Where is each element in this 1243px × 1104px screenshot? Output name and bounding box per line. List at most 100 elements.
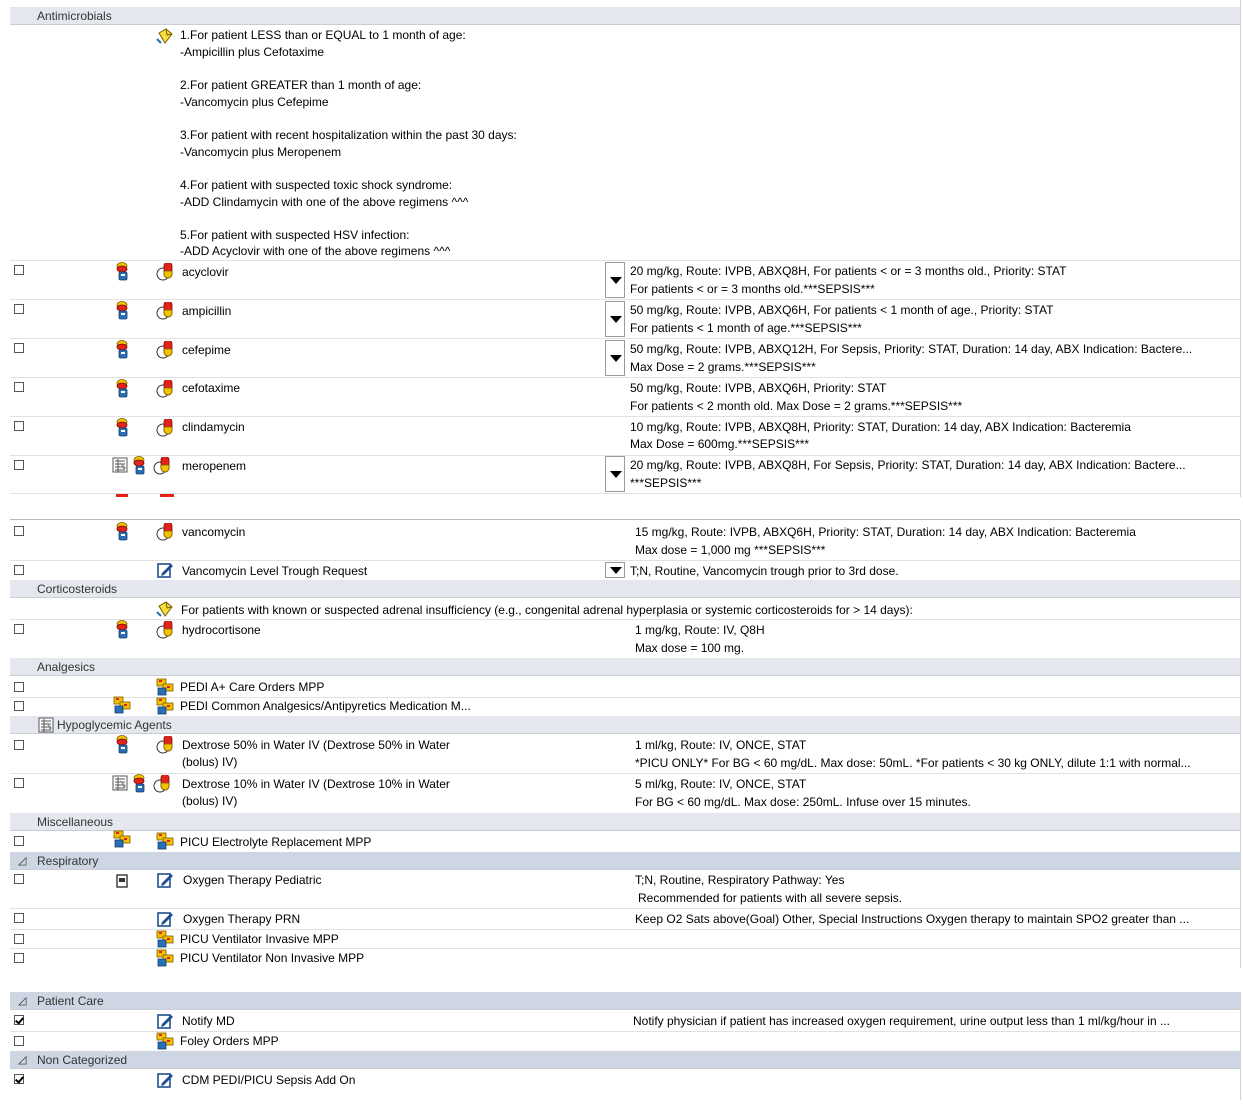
oxygen-prn-checkbox[interactable] bbox=[14, 913, 24, 923]
cefotaxime-checkbox[interactable] bbox=[14, 382, 24, 392]
mpp-name[interactable]: Foley Orders MPP bbox=[180, 1034, 279, 1048]
section-respiratory[interactable]: ◿ Respiratory bbox=[10, 852, 1240, 870]
section-antimicrobials[interactable]: Antimicrobials bbox=[10, 7, 1240, 25]
clindamycin-checkbox[interactable] bbox=[14, 421, 24, 431]
med-name-ampicillin[interactable]: ampicillin bbox=[182, 304, 231, 318]
med-name-cefepime[interactable]: cefepime bbox=[182, 343, 231, 357]
med-detail: 1 ml/kg, Route: IV, ONCE, STAT bbox=[635, 738, 807, 752]
antimicrobial-note-line: -ADD Acyclovir with one of the above reg… bbox=[180, 244, 451, 258]
medication-icon bbox=[114, 418, 130, 438]
med-name-meropenem[interactable]: meropenem bbox=[182, 459, 246, 473]
section-miscellaneous[interactable]: Miscellaneous bbox=[10, 813, 1240, 831]
vancomycin-checkbox[interactable] bbox=[14, 526, 24, 536]
cefepime-checkbox[interactable] bbox=[14, 343, 24, 353]
vent-noninvasive-checkbox[interactable] bbox=[14, 953, 24, 963]
dextrose50-checkbox[interactable] bbox=[14, 740, 24, 750]
mpp-name[interactable]: PICU Ventilator Non Invasive MPP bbox=[180, 951, 364, 965]
mpp-icon bbox=[156, 930, 174, 948]
section-patient-care[interactable]: ◿ Patient Care bbox=[10, 992, 1240, 1010]
order-name-oxygen-pediatric[interactable]: Oxygen Therapy Pediatric bbox=[183, 873, 322, 887]
med-name-dextrose50[interactable]: Dextrose 50% in Water IV (Dextrose 50% i… bbox=[182, 738, 450, 752]
medication-icon bbox=[131, 774, 147, 794]
order-name-notify-md[interactable]: Notify MD bbox=[182, 1014, 235, 1028]
pedi-a-care-checkbox[interactable] bbox=[14, 682, 24, 692]
order-icon bbox=[156, 561, 174, 579]
vanc-trough-dropdown[interactable] bbox=[605, 562, 625, 578]
med-detail: Max Dose = 600mg.***SEPSIS*** bbox=[630, 437, 810, 451]
antimicrobial-note-line: 4.For patient with suspected toxic shock… bbox=[180, 178, 453, 192]
pill-icon bbox=[156, 302, 176, 320]
oxygen-pediatric-checkbox[interactable] bbox=[14, 874, 24, 884]
mpp-icon bbox=[156, 697, 174, 715]
pill-icon bbox=[156, 380, 176, 398]
acyclovir-checkbox[interactable] bbox=[14, 265, 24, 275]
pill-icon bbox=[153, 457, 173, 475]
mpp-icon bbox=[156, 678, 174, 696]
medication-icon bbox=[114, 262, 130, 282]
electrolyte-checkbox[interactable] bbox=[14, 836, 24, 846]
pill-icon bbox=[156, 736, 176, 754]
section-label: Miscellaneous bbox=[37, 815, 114, 829]
sheet-icon bbox=[112, 457, 128, 473]
collapse-icon[interactable]: ◿ bbox=[18, 994, 26, 1007]
antimicrobial-note-line: -ADD Clindamycin with one of the above r… bbox=[180, 195, 469, 209]
med-name-cefotaxime[interactable]: cefotaxime bbox=[182, 381, 240, 395]
antimicrobial-note-line: 1.For patient LESS than or EQUAL to 1 mo… bbox=[180, 28, 466, 42]
collapse-icon[interactable]: ◿ bbox=[18, 854, 26, 867]
section-non-categorized[interactable]: ◿ Non Categorized bbox=[10, 1051, 1240, 1069]
medication-icon bbox=[114, 379, 130, 399]
antimicrobial-note-line: 5.For patient with suspected HSV infecti… bbox=[180, 228, 410, 242]
med-name-clindamycin[interactable]: clindamycin bbox=[182, 420, 245, 434]
med-name-dextrose10-cont: (bolus) IV) bbox=[182, 794, 238, 808]
med-detail: *PICU ONLY* For BG < 60 mg/dL. Max dose:… bbox=[635, 756, 1191, 770]
pedi-analgesics-checkbox[interactable] bbox=[14, 701, 24, 711]
document-icon bbox=[116, 874, 128, 888]
cefepime-dropdown[interactable] bbox=[605, 340, 625, 376]
section-label: Non Categorized bbox=[37, 1053, 128, 1067]
section-label: Hypoglycemic Agents bbox=[57, 718, 172, 732]
mpp-name[interactable]: PEDI Common Analgesics/Antipyretics Medi… bbox=[180, 699, 471, 713]
mpp-name[interactable]: PICU Electrolyte Replacement MPP bbox=[180, 835, 371, 849]
section-analgesics[interactable]: Analgesics bbox=[10, 658, 1240, 676]
order-name-cdm-sepsis[interactable]: CDM PEDI/PICU Sepsis Add On bbox=[182, 1073, 355, 1087]
order-icon bbox=[156, 871, 174, 889]
mpp-icon bbox=[156, 832, 174, 850]
medication-icon bbox=[131, 456, 147, 476]
hydrocortisone-checkbox[interactable] bbox=[14, 624, 24, 634]
collapse-icon[interactable]: ◿ bbox=[18, 1053, 26, 1066]
meropenem-dropdown[interactable] bbox=[605, 456, 625, 492]
note-icon bbox=[156, 600, 174, 618]
med-detail: Max dose = 1,000 mg ***SEPSIS*** bbox=[635, 543, 826, 557]
meropenem-checkbox[interactable] bbox=[14, 460, 24, 470]
med-name-acyclovir[interactable]: acyclovir bbox=[182, 265, 229, 279]
med-name-dextrose50-cont: (bolus) IV) bbox=[182, 755, 238, 769]
section-label: Corticosteroids bbox=[37, 582, 118, 596]
mpp-name[interactable]: PICU Ventilator Invasive MPP bbox=[180, 932, 339, 946]
med-name-hydrocortisone[interactable]: hydrocortisone bbox=[182, 623, 261, 637]
cutoff-icon bbox=[116, 494, 128, 497]
med-detail: ***SEPSIS*** bbox=[630, 476, 702, 490]
section-corticosteroids[interactable]: Corticosteroids bbox=[10, 580, 1240, 598]
cdm-sepsis-checkbox[interactable] bbox=[14, 1074, 24, 1084]
med-detail: For BG < 60 mg/dL. Max dose: 250mL. Infu… bbox=[635, 795, 971, 809]
mpp-icon bbox=[156, 1032, 174, 1050]
cortico-note: For patients with known or suspected adr… bbox=[181, 603, 913, 617]
ampicillin-dropdown[interactable] bbox=[605, 301, 625, 337]
order-name-oxygen-prn[interactable]: Oxygen Therapy PRN bbox=[183, 912, 300, 926]
mpp-icon bbox=[156, 949, 174, 967]
dextrose10-checkbox[interactable] bbox=[14, 778, 24, 788]
medication-icon bbox=[114, 620, 130, 640]
ampicillin-checkbox[interactable] bbox=[14, 304, 24, 314]
notify-md-checkbox[interactable] bbox=[14, 1015, 24, 1025]
order-detail: Recommended for patients with all severe… bbox=[638, 891, 903, 905]
acyclovir-dropdown[interactable] bbox=[605, 262, 625, 298]
section-hypoglycemic[interactable]: Hypoglycemic Agents bbox=[10, 716, 1240, 734]
order-name-vanc-trough[interactable]: Vancomycin Level Trough Request bbox=[182, 564, 367, 578]
med-name-vancomycin[interactable]: vancomycin bbox=[182, 525, 245, 539]
medication-icon bbox=[114, 735, 130, 755]
vent-invasive-checkbox[interactable] bbox=[14, 934, 24, 944]
foley-checkbox[interactable] bbox=[14, 1036, 24, 1046]
mpp-name[interactable]: PEDI A+ Care Orders MPP bbox=[180, 680, 324, 694]
med-name-dextrose10[interactable]: Dextrose 10% in Water IV (Dextrose 10% i… bbox=[182, 777, 450, 791]
vanc-trough-checkbox[interactable] bbox=[14, 565, 24, 575]
